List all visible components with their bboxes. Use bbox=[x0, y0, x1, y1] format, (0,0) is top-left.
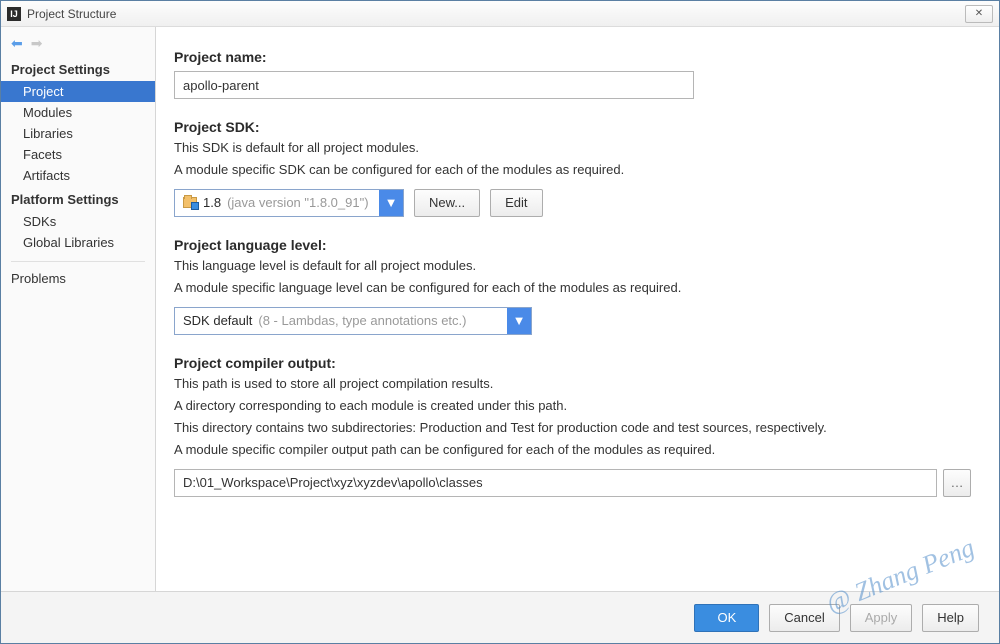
nav-forward-icon[interactable]: ➡ bbox=[31, 35, 43, 52]
dialog-footer: OK Cancel Apply Help bbox=[1, 591, 999, 643]
edit-sdk-button[interactable]: Edit bbox=[490, 189, 542, 217]
browse-path-button[interactable]: … bbox=[943, 469, 971, 497]
compiler-desc-2: A directory corresponding to each module… bbox=[174, 397, 971, 415]
titlebar: IJ Project Structure ✕ bbox=[1, 1, 999, 27]
main-panel: Project name: Project SDK: This SDK is d… bbox=[156, 27, 999, 591]
lang-desc-1: This language level is default for all p… bbox=[174, 257, 971, 275]
project-structure-window: IJ Project Structure ✕ ⬅ ➡ Project Setti… bbox=[0, 0, 1000, 644]
sdk-dropdown[interactable]: 1.8 (java version "1.8.0_91") ▼ bbox=[174, 189, 404, 217]
sidebar-separator bbox=[11, 261, 145, 262]
sidebar-item-project[interactable]: Project bbox=[1, 81, 155, 102]
project-name-input[interactable] bbox=[174, 71, 694, 99]
sdk-value: 1.8 bbox=[203, 195, 221, 210]
sidebar-item-facets[interactable]: Facets bbox=[1, 144, 155, 165]
apply-button[interactable]: Apply bbox=[850, 604, 913, 632]
sidebar-heading-platform: Platform Settings bbox=[1, 188, 155, 211]
lang-desc-2: A module specific language level can be … bbox=[174, 279, 971, 297]
compiler-output-input[interactable] bbox=[174, 469, 937, 497]
chevron-down-icon: ▼ bbox=[507, 308, 531, 334]
sidebar-item-sdks[interactable]: SDKs bbox=[1, 211, 155, 232]
sidebar-item-problems[interactable]: Problems bbox=[1, 268, 155, 289]
sidebar-item-libraries[interactable]: Libraries bbox=[1, 123, 155, 144]
sidebar: ⬅ ➡ Project Settings Project Modules Lib… bbox=[1, 27, 156, 591]
sdk-value-detail: (java version "1.8.0_91") bbox=[227, 195, 368, 210]
sidebar-item-modules[interactable]: Modules bbox=[1, 102, 155, 123]
help-button[interactable]: Help bbox=[922, 604, 979, 632]
compiler-desc-3: This directory contains two subdirectori… bbox=[174, 419, 971, 437]
language-level-label: Project language level: bbox=[174, 237, 971, 253]
window-close-button[interactable]: ✕ bbox=[965, 5, 993, 23]
project-name-label: Project name: bbox=[174, 49, 971, 65]
chevron-down-icon: ▼ bbox=[379, 190, 403, 216]
compiler-desc-4: A module specific compiler output path c… bbox=[174, 441, 971, 459]
ok-button[interactable]: OK bbox=[694, 604, 759, 632]
sidebar-item-global-libraries[interactable]: Global Libraries bbox=[1, 232, 155, 253]
app-icon: IJ bbox=[7, 7, 21, 21]
sdk-folder-icon bbox=[183, 197, 197, 208]
sdk-desc-2: A module specific SDK can be configured … bbox=[174, 161, 971, 179]
nav-back-icon[interactable]: ⬅ bbox=[11, 35, 23, 52]
compiler-desc-1: This path is used to store all project c… bbox=[174, 375, 971, 393]
sidebar-heading-project: Project Settings bbox=[1, 58, 155, 81]
compiler-output-label: Project compiler output: bbox=[174, 355, 971, 371]
cancel-button[interactable]: Cancel bbox=[769, 604, 839, 632]
lang-value: SDK default bbox=[183, 313, 252, 328]
sidebar-item-artifacts[interactable]: Artifacts bbox=[1, 165, 155, 186]
project-sdk-label: Project SDK: bbox=[174, 119, 971, 135]
sdk-desc-1: This SDK is default for all project modu… bbox=[174, 139, 971, 157]
lang-value-detail: (8 - Lambdas, type annotations etc.) bbox=[258, 313, 466, 328]
language-level-dropdown[interactable]: SDK default (8 - Lambdas, type annotatio… bbox=[174, 307, 532, 335]
new-sdk-button[interactable]: New... bbox=[414, 189, 480, 217]
window-title: Project Structure bbox=[27, 7, 116, 21]
